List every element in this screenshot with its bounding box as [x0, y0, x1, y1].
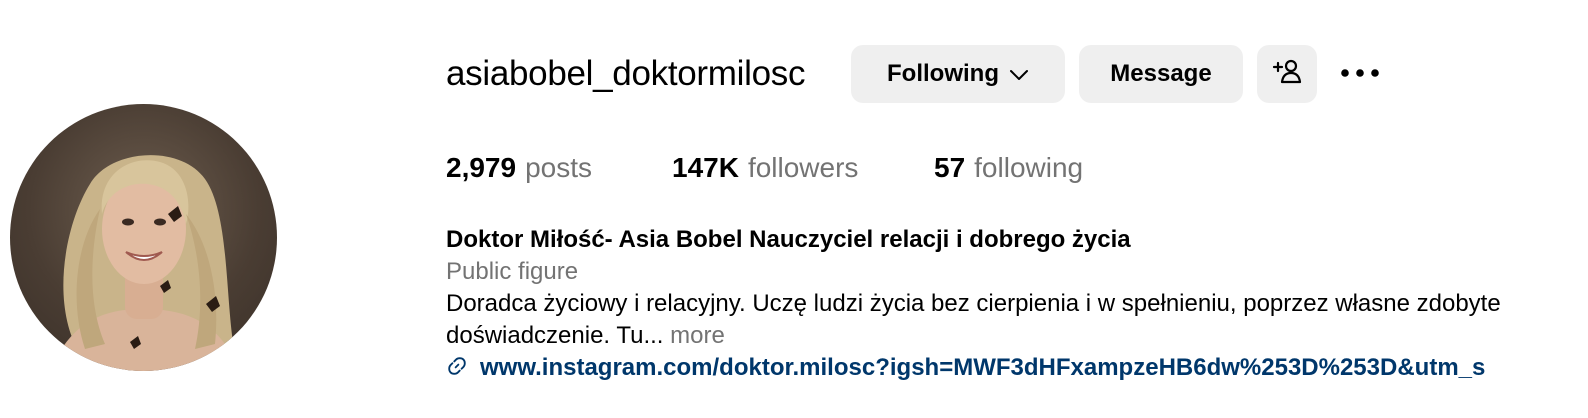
add-user-icon	[1272, 58, 1302, 91]
chevron-down-icon	[1009, 60, 1029, 88]
following-button[interactable]: Following	[851, 45, 1065, 103]
avatar-image	[50, 155, 240, 371]
profile-title-row: asiabobel_doktormilosc Following Message	[446, 44, 1379, 104]
bio-link-row[interactable]: www.instagram.com/doktor.milosc?igsh=MWF…	[446, 352, 1588, 384]
following-stat[interactable]: 57 following	[934, 152, 1083, 184]
message-button[interactable]: Message	[1079, 45, 1243, 103]
followers-count: 147K	[672, 152, 739, 183]
following-label: following	[974, 152, 1084, 183]
profile-stats: 2,979 posts 147K followers 57 following	[446, 152, 1083, 184]
avatar[interactable]	[10, 104, 277, 371]
full-name: Doktor Miłość- Asia Bobel Nauczyciel rel…	[446, 226, 1131, 253]
posts-stat: 2,979 posts	[446, 152, 672, 184]
followers-stat[interactable]: 147K followers	[672, 152, 934, 184]
followers-label: followers	[747, 152, 859, 183]
more-horizontal-icon	[1340, 65, 1380, 83]
more-link[interactable]: more	[670, 322, 725, 349]
link-icon	[446, 355, 468, 382]
more-options-button[interactable]	[1334, 45, 1386, 103]
profile-bio: Doktor Miłość- Asia Bobel Nauczyciel rel…	[446, 224, 1588, 384]
profile-header: asiabobel_doktormilosc Following Message	[0, 0, 1588, 418]
category-label: Public figure	[446, 258, 579, 285]
posts-label: posts	[525, 152, 593, 183]
username: asiabobel_doktormilosc	[446, 54, 806, 93]
posts-count: 2,979	[446, 152, 517, 183]
bio-text-content: Doradca życiowy i relacyjny. Uczę ludzi …	[446, 290, 1501, 349]
bio-text: Doradca życiowy i relacyjny. Uczę ludzi …	[446, 288, 1588, 352]
following-button-label: Following	[887, 60, 999, 87]
suggested-users-button[interactable]	[1257, 45, 1317, 103]
bio-link[interactable]: www.instagram.com/doktor.milosc?igsh=MWF…	[480, 354, 1485, 382]
following-count: 57	[934, 152, 966, 183]
message-button-label: Message	[1110, 60, 1212, 87]
